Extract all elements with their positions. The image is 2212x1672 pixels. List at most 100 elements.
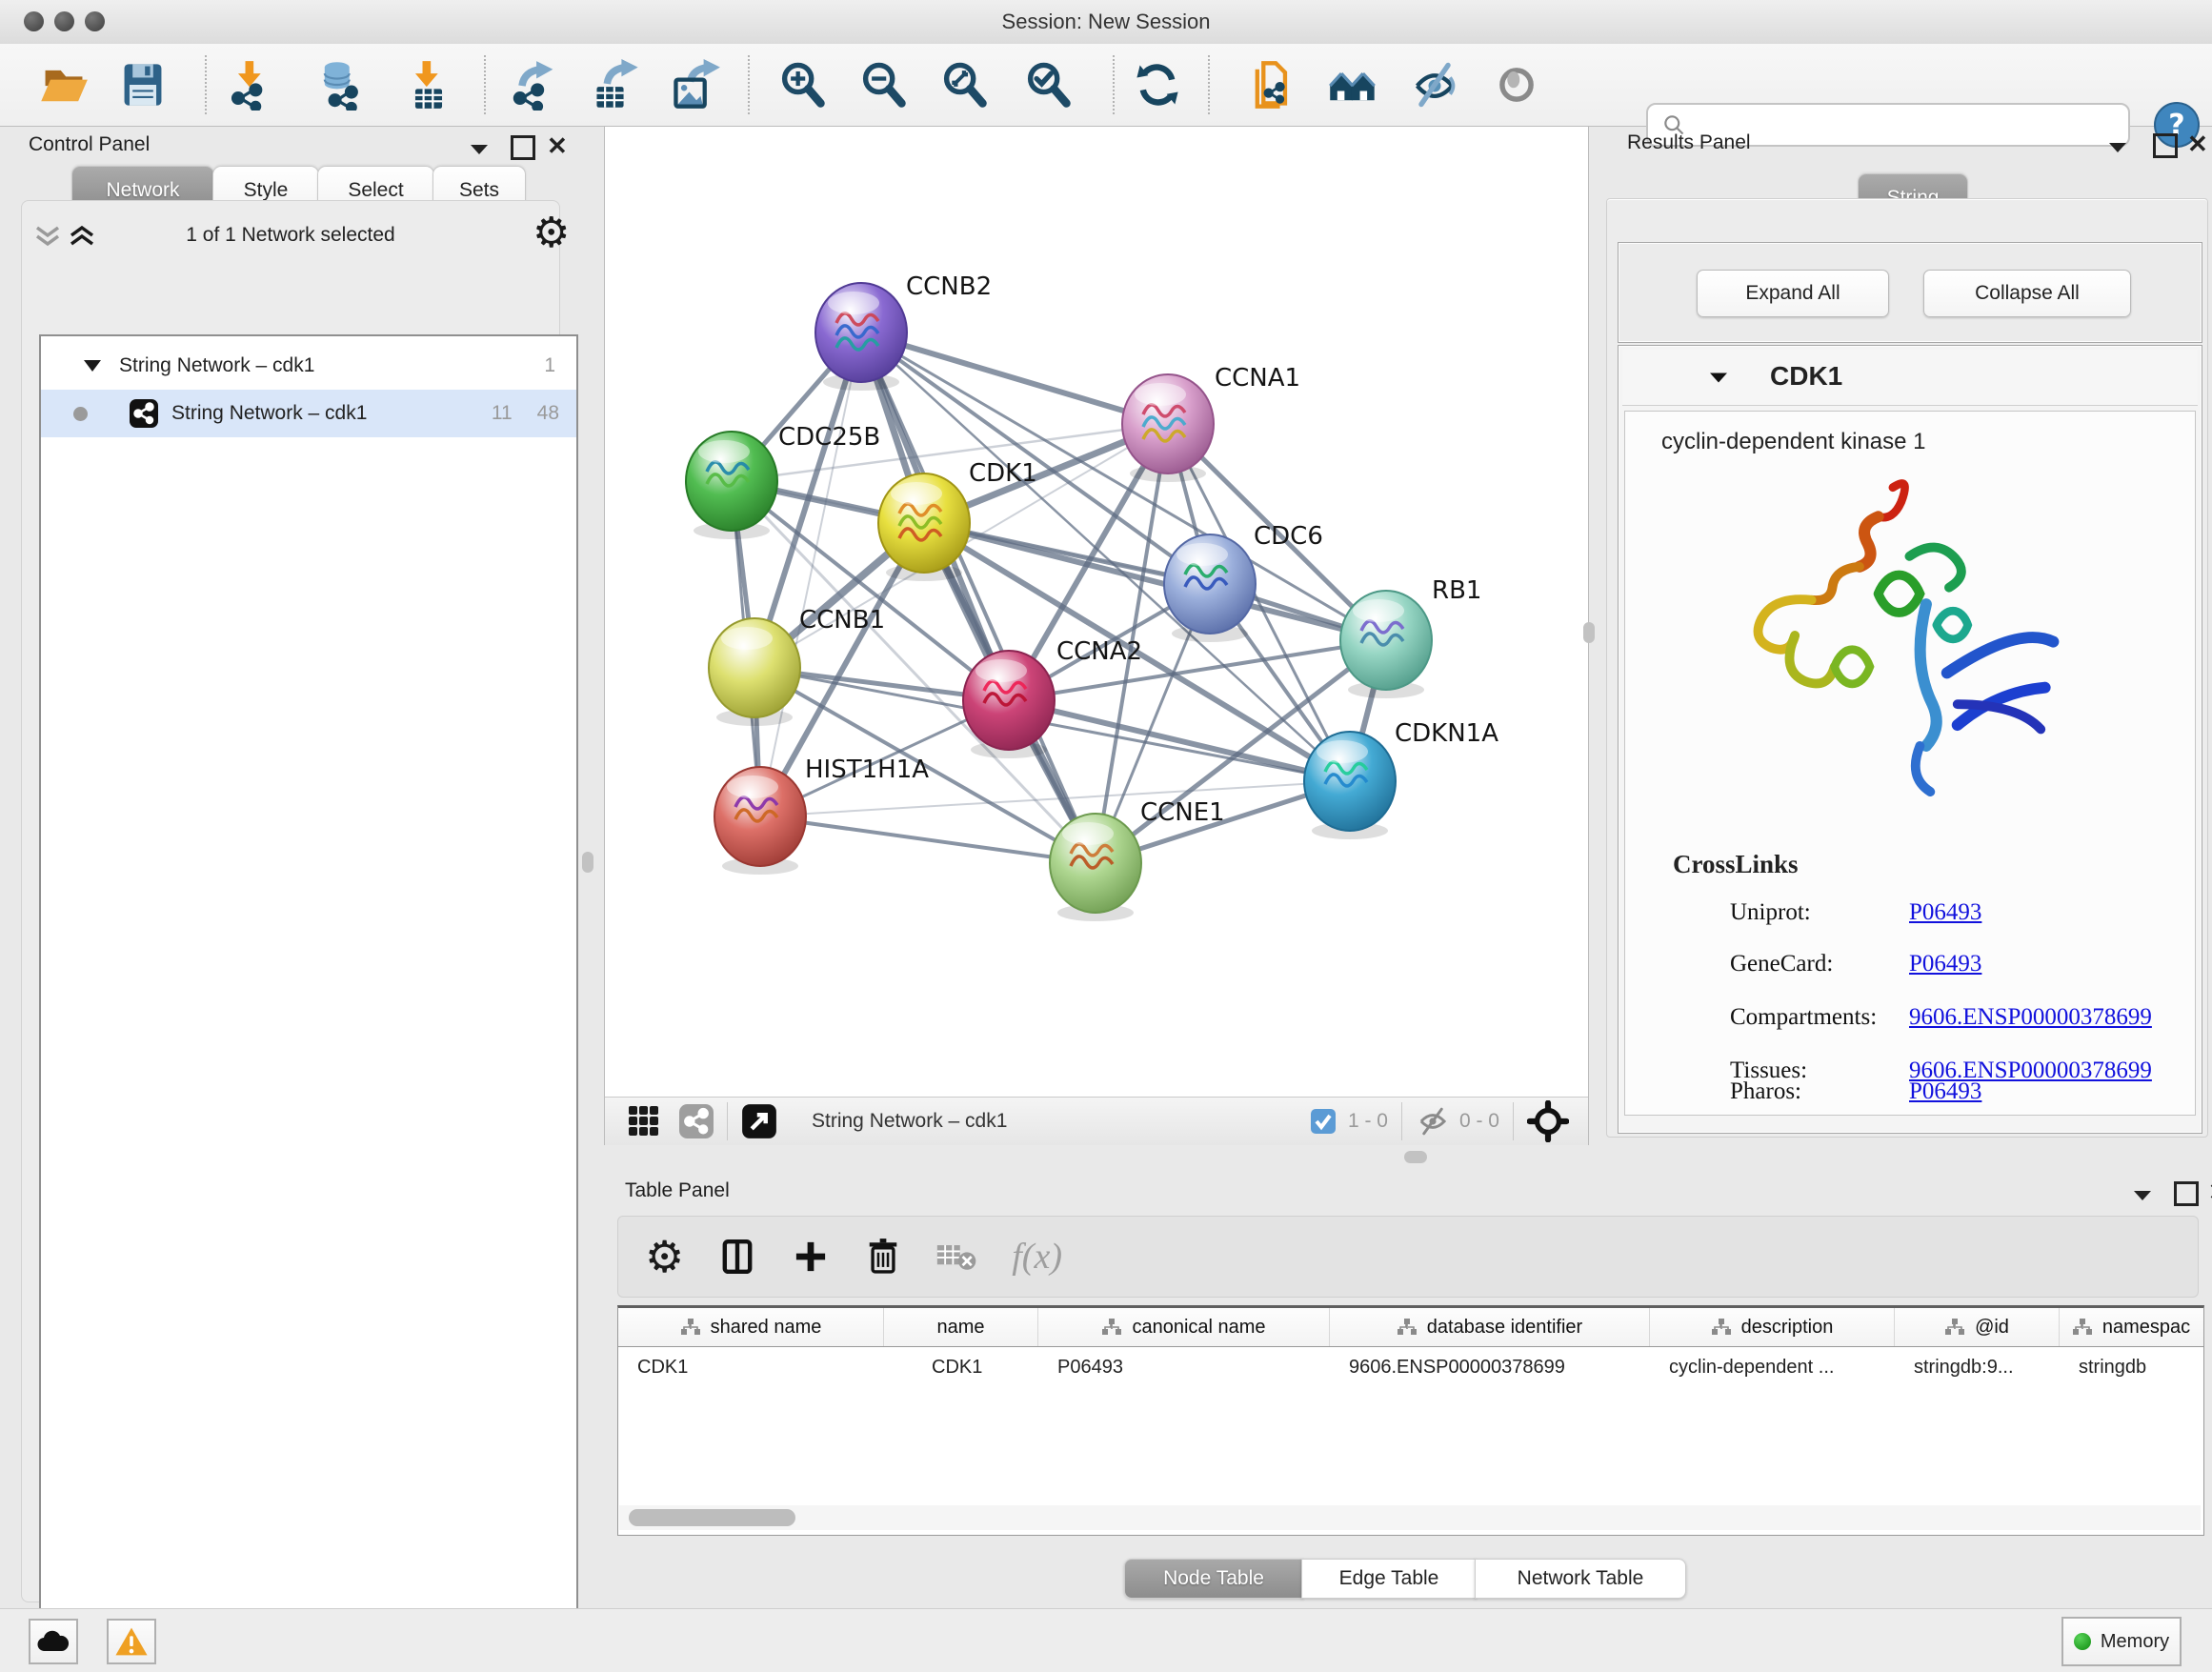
export-image-icon[interactable] [667, 55, 724, 114]
network-node-CCNB2[interactable] [815, 283, 907, 391]
network-edge-HIST1H1A-CCNE1[interactable] [760, 816, 1096, 863]
column-type-icon [1397, 1318, 1418, 1337]
zoom-selected-icon[interactable] [1019, 55, 1076, 114]
import-table-file-icon[interactable] [400, 55, 457, 114]
network-edge-CCNB2-CCNA1[interactable] [861, 332, 1168, 424]
crosslink-link[interactable]: P06493 [1909, 899, 1981, 925]
column-header[interactable]: description [1650, 1308, 1895, 1346]
first-neighbors-icon[interactable] [1324, 55, 1381, 114]
cloud-status-button[interactable] [29, 1619, 78, 1664]
protein-structure-image [1673, 469, 2092, 802]
zoom-out-icon[interactable] [855, 55, 912, 114]
table-row[interactable]: CDK1 CDK1 P06493 9606.ENSP00000378699 cy… [618, 1347, 2203, 1387]
delete-column-icon[interactable] [863, 1237, 903, 1277]
column-header[interactable]: canonical name [1038, 1308, 1330, 1346]
control-panel-float-icon[interactable] [511, 135, 535, 160]
results-panel-menu-icon[interactable] [2107, 141, 2128, 154]
network-canvas[interactable]: CCNB2CCNA1CDC25BCDK1CDC6RB1CCNB1CCNA2CDK… [605, 127, 1588, 1097]
network-node-CDKN1A[interactable] [1304, 732, 1396, 839]
network-node-CDC25B[interactable] [686, 432, 777, 539]
section-collapse-icon[interactable] [1708, 371, 1729, 385]
column-header[interactable]: namespac [2060, 1308, 2202, 1346]
right-splitter-handle[interactable] [1583, 622, 1595, 643]
network-share-icon[interactable] [679, 1104, 714, 1138]
network-node-CCNA1[interactable] [1122, 374, 1214, 482]
table-panel-float-icon[interactable] [2174, 1181, 2199, 1206]
network-tree-root-row[interactable]: String Network – cdk1 1 [41, 342, 576, 390]
open-session-icon[interactable] [35, 55, 92, 114]
birds-eye-navigator-icon[interactable] [1527, 1100, 1569, 1142]
cell-id[interactable]: stringdb:9... [1895, 1347, 2060, 1387]
network-node-label-CDKN1A: CDKN1A [1395, 719, 1498, 748]
table-panel-close-icon[interactable]: ✕ [2208, 1178, 2212, 1207]
hide-selected-icon[interactable] [1406, 55, 1463, 114]
horizontal-scrollbar[interactable] [619, 1505, 2201, 1530]
cdk1-section-header[interactable]: CDK1 [1622, 350, 2198, 406]
network-type-icon [130, 399, 158, 428]
column-header[interactable]: @id [1895, 1308, 2060, 1346]
results-panel-float-icon[interactable] [2153, 133, 2178, 158]
grid-view-icon[interactable] [628, 1105, 660, 1138]
network-edge-CCNB2-HIST1H1A[interactable] [760, 332, 861, 816]
network-node-CCNB1[interactable] [709, 618, 800, 726]
network-node-HIST1H1A[interactable] [714, 767, 806, 875]
save-session-icon[interactable] [114, 55, 171, 114]
crosslink-link[interactable]: P06493 [1909, 951, 1981, 977]
crosslink-row: GeneCard:P06493 [1730, 951, 1981, 977]
zoom-fit-content-icon[interactable] [935, 55, 993, 114]
table-options-gear-icon[interactable]: ⚙ [645, 1235, 684, 1279]
cell-shared-name[interactable]: CDK1 [618, 1347, 884, 1387]
tree-root-label: String Network – cdk1 [119, 354, 314, 377]
protein-description: cyclin-dependent kinase 1 [1661, 429, 1926, 455]
tree-expand-icon[interactable] [83, 359, 102, 373]
open-in-window-icon[interactable] [741, 1103, 777, 1139]
network-node-RB1[interactable] [1340, 591, 1432, 698]
control-panel-menu-icon[interactable] [469, 143, 490, 156]
network-tree-child-row[interactable]: String Network – cdk1 11 48 [41, 390, 576, 437]
show-graphics-details-icon[interactable] [1488, 55, 1545, 114]
import-network-database-icon[interactable] [312, 55, 369, 114]
results-sections: CDK1 cyclin-dependent kinase 1 [1618, 345, 2202, 1134]
control-panel-close-icon[interactable]: ✕ [547, 131, 568, 161]
cell-canonical-name[interactable]: P06493 [1038, 1347, 1330, 1387]
horizontal-splitter[interactable] [604, 1145, 2212, 1172]
import-network-file-icon[interactable] [223, 55, 280, 114]
column-header[interactable]: database identifier [1330, 1308, 1650, 1346]
collapse-all-button[interactable]: Collapse All [1923, 270, 2131, 317]
new-network-from-file-icon[interactable] [1244, 55, 1301, 114]
scrollbar-thumb[interactable] [629, 1509, 795, 1526]
cell-name[interactable]: CDK1 [884, 1347, 1038, 1387]
crosslink-link[interactable]: 9606.ENSP00000378699 [1909, 1004, 2152, 1030]
network-tab-content: 1 of 1 Network selected ⚙ String Network… [21, 200, 560, 1602]
tab-network-table[interactable]: Network Table [1475, 1559, 1686, 1599]
refresh-layout-icon[interactable] [1129, 55, 1186, 114]
splitter-grip-icon[interactable] [1404, 1151, 1427, 1163]
tab-edge-table[interactable]: Edge Table [1301, 1559, 1477, 1599]
column-header[interactable]: name [884, 1308, 1038, 1346]
network-node-label-HIST1H1A: HIST1H1A [805, 755, 929, 784]
cell-description[interactable]: cyclin-dependent ... [1650, 1347, 1895, 1387]
network-node-CCNE1[interactable] [1050, 814, 1141, 921]
memory-button[interactable]: Memory [2061, 1617, 2182, 1666]
zoom-in-icon[interactable] [774, 55, 831, 114]
column-header[interactable]: shared name [618, 1308, 884, 1346]
left-splitter-handle[interactable] [582, 852, 593, 873]
window-title: Session: New Session [0, 10, 2212, 34]
memory-label: Memory [2101, 1631, 2169, 1653]
export-network-icon[interactable] [507, 55, 564, 114]
tab-node-table[interactable]: Node Table [1124, 1559, 1303, 1599]
cell-namespace[interactable]: stringdb [2060, 1347, 2202, 1387]
selected-nodes-checkbox-icon[interactable] [1310, 1108, 1337, 1135]
add-column-icon[interactable] [791, 1237, 831, 1277]
expand-all-button[interactable]: Expand All [1697, 270, 1889, 317]
crosslink-link[interactable]: P06493 [1909, 1078, 1981, 1104]
warnings-button[interactable] [107, 1619, 156, 1664]
network-node-label-RB1: RB1 [1432, 576, 1481, 605]
show-columns-icon[interactable] [716, 1236, 758, 1278]
network-options-gear-icon[interactable]: ⚙ [533, 209, 570, 257]
table-panel-menu-icon[interactable] [2132, 1189, 2153, 1202]
results-panel-close-icon[interactable]: ✕ [2187, 130, 2208, 159]
export-table-icon[interactable] [588, 55, 645, 114]
cell-database-identifier[interactable]: 9606.ENSP00000378699 [1330, 1347, 1650, 1387]
table-panel: Table Panel ✕ ⚙ f(x) shared name name ca… [604, 1172, 2212, 1608]
